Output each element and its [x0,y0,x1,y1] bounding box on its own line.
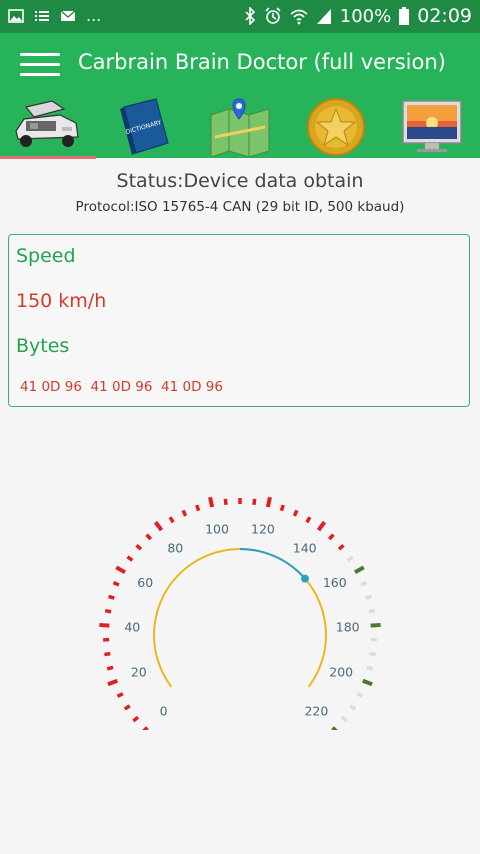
gauge-tick [292,509,299,517]
tab-bar: DICTIONARY [0,95,480,158]
gauge-tick [107,678,118,687]
gauge-tick [99,622,110,628]
map-pin-icon [210,97,270,157]
gauge-tick [368,608,376,614]
tab-selected-indicator [0,156,96,159]
gauge-tick [223,498,228,505]
tab-award[interactable] [288,95,384,158]
gauge-tick [153,520,164,532]
gauge-tick [337,543,345,551]
device-status: Status:Device data obtain [116,170,364,192]
clock: 02:09 [417,5,472,27]
gauge-tick [108,594,115,600]
gauge-tick [265,496,272,508]
gauge-tick [132,715,140,723]
gauge-tick [168,516,175,524]
speed-value: 150 km/h [16,290,107,312]
car-hood-open-icon [15,99,79,147]
gauge-tick-label: 180 [336,619,360,634]
gauge-tick [365,594,372,600]
gauge-tick-label: 20 [131,665,147,680]
gauge-tick [115,565,126,574]
signal-icon [316,9,331,24]
dictionary-book-icon: DICTIONARY [120,97,169,155]
bytes-label: Bytes [16,335,70,357]
gauge-tick [252,498,257,505]
gauge-tick [327,533,335,541]
gauge-tick-label: 120 [251,521,275,536]
gauge-tick [195,504,201,512]
alarm-icon [265,7,281,24]
gauge-tick-label: 220 [304,703,328,718]
gauge-tick [370,622,381,628]
monitor-sunset-icon [402,99,462,152]
battery-icon [399,7,410,25]
gauge-tick [356,692,364,698]
gauge-tick [305,516,312,524]
gauge-tick-label: 40 [124,619,140,634]
list-icon [35,10,49,21]
gauge-tick [331,726,338,730]
gauge-tick [340,715,348,723]
gauge-tick-label: 60 [137,575,153,590]
gauge-tick [123,704,131,711]
wifi-icon [290,9,308,25]
gauge-tick [354,565,365,574]
gauge-tick [208,496,215,508]
gauge-tick [142,726,149,730]
app-title: Carbrain Brain Doctor (full version) [78,50,446,74]
speedometer-gauge: 0 20 40 60 80 100 120 140 160 180 200 220 [99,496,381,730]
gauge-tick [145,533,153,541]
menu-icon[interactable] [20,51,60,79]
gallery-icon [8,8,24,23]
gauge-tick-label: 0 [160,703,168,718]
gauge-tick-label: 140 [293,541,317,556]
gauge-tick [104,651,111,657]
gauge-tick-label: 200 [329,665,353,680]
tab-map[interactable] [192,95,288,158]
tab-display[interactable] [384,95,480,158]
gauge-tick [362,678,373,687]
gold-star-coin-icon [307,97,365,156]
gauge-tick [104,608,112,614]
pid-data-panel: Speed 150 km/h Bytes 41 0D 96 41 0D 96 4… [8,234,470,407]
tab-car-engine[interactable] [0,95,96,158]
bluetooth-icon [245,7,255,25]
gauge-tick [135,543,143,551]
gauge-tick [279,504,285,512]
gauge-tick [116,692,124,698]
protocol-info: Protocol:ISO 15765-4 CAN (29 bit ID, 500… [75,199,405,215]
gauge-tick-label: 100 [205,521,229,536]
gauge-tick [349,704,357,711]
battery-percent: 100% [339,5,392,27]
gauge-tick [366,665,374,671]
gauge-tick [369,651,376,657]
gauge-tick-label: 80 [167,541,183,556]
gauge-tick [181,509,188,517]
email-icon [60,9,76,21]
gauge-tick [126,555,134,562]
gauge-tick [106,665,114,671]
gauge-tick-label: 160 [323,575,347,590]
app-bar: Carbrain Brain Doctor (full version) [0,33,480,95]
speed-label: Speed [16,245,76,267]
gauge-tick [112,580,120,587]
more-notifications-text: ... [86,6,102,25]
tab-dictionary[interactable]: DICTIONARY [96,95,192,158]
gauge-tick [360,580,368,587]
gauge-tick [316,520,327,532]
gauge-range-arc [153,548,327,688]
gauge-needle-dot [300,574,309,583]
gauge-tick [346,555,354,562]
status-bar: ... 100% 02:09 [0,0,480,33]
bytes-value: 41 0D 96 41 0D 96 41 0D 96 [20,379,223,395]
